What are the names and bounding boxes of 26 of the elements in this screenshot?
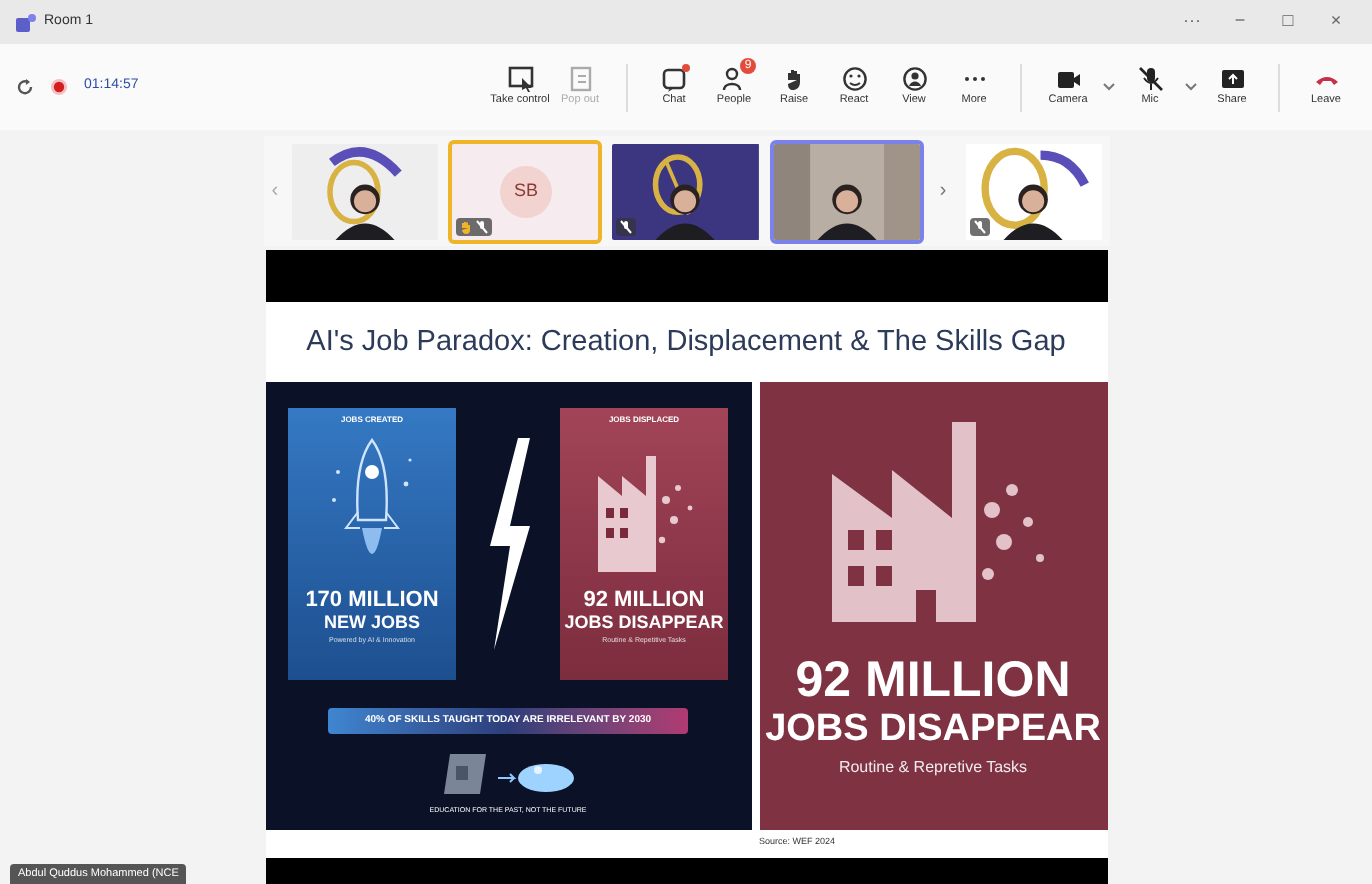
participant-tile[interactable] — [962, 139, 1106, 243]
poster-figure: 92 MILLION — [795, 653, 1071, 708]
created-subject: NEW JOBS — [323, 611, 420, 634]
camera-icon — [1055, 66, 1081, 93]
poster-subject: JOBS DISAPPEAR — [765, 707, 1101, 750]
displaced-figure: 92 MILLION — [583, 587, 705, 612]
maximize-button[interactable]: □ — [1268, 8, 1308, 36]
poster-note: Routine & Repretive Tasks — [838, 755, 1028, 780]
more-button[interactable]: ··· — [1172, 8, 1212, 36]
slide-title: AI's Job Paradox: Creation, Displacement & The Skills Gap — [306, 324, 1066, 362]
close-button[interactable]: × — [1316, 8, 1356, 36]
participant-tile[interactable]: SB — [448, 139, 603, 243]
refresh-icon — [16, 78, 34, 96]
take-control-icon — [507, 66, 533, 93]
view-icon — [901, 66, 927, 93]
chat-icon — [661, 66, 687, 93]
teams-icon — [16, 12, 36, 32]
created-figure: 170 MILLION — [305, 587, 439, 612]
react-icon — [841, 66, 867, 93]
people-icon — [721, 66, 747, 93]
pop-out-icon — [567, 66, 593, 93]
avatar: SB — [499, 165, 552, 217]
minimize-button[interactable]: − — [1220, 8, 1260, 36]
mic-icon — [1137, 66, 1163, 93]
share-icon — [1219, 66, 1245, 93]
displaced-subject: JOBS DISAPPEAR — [564, 611, 724, 634]
